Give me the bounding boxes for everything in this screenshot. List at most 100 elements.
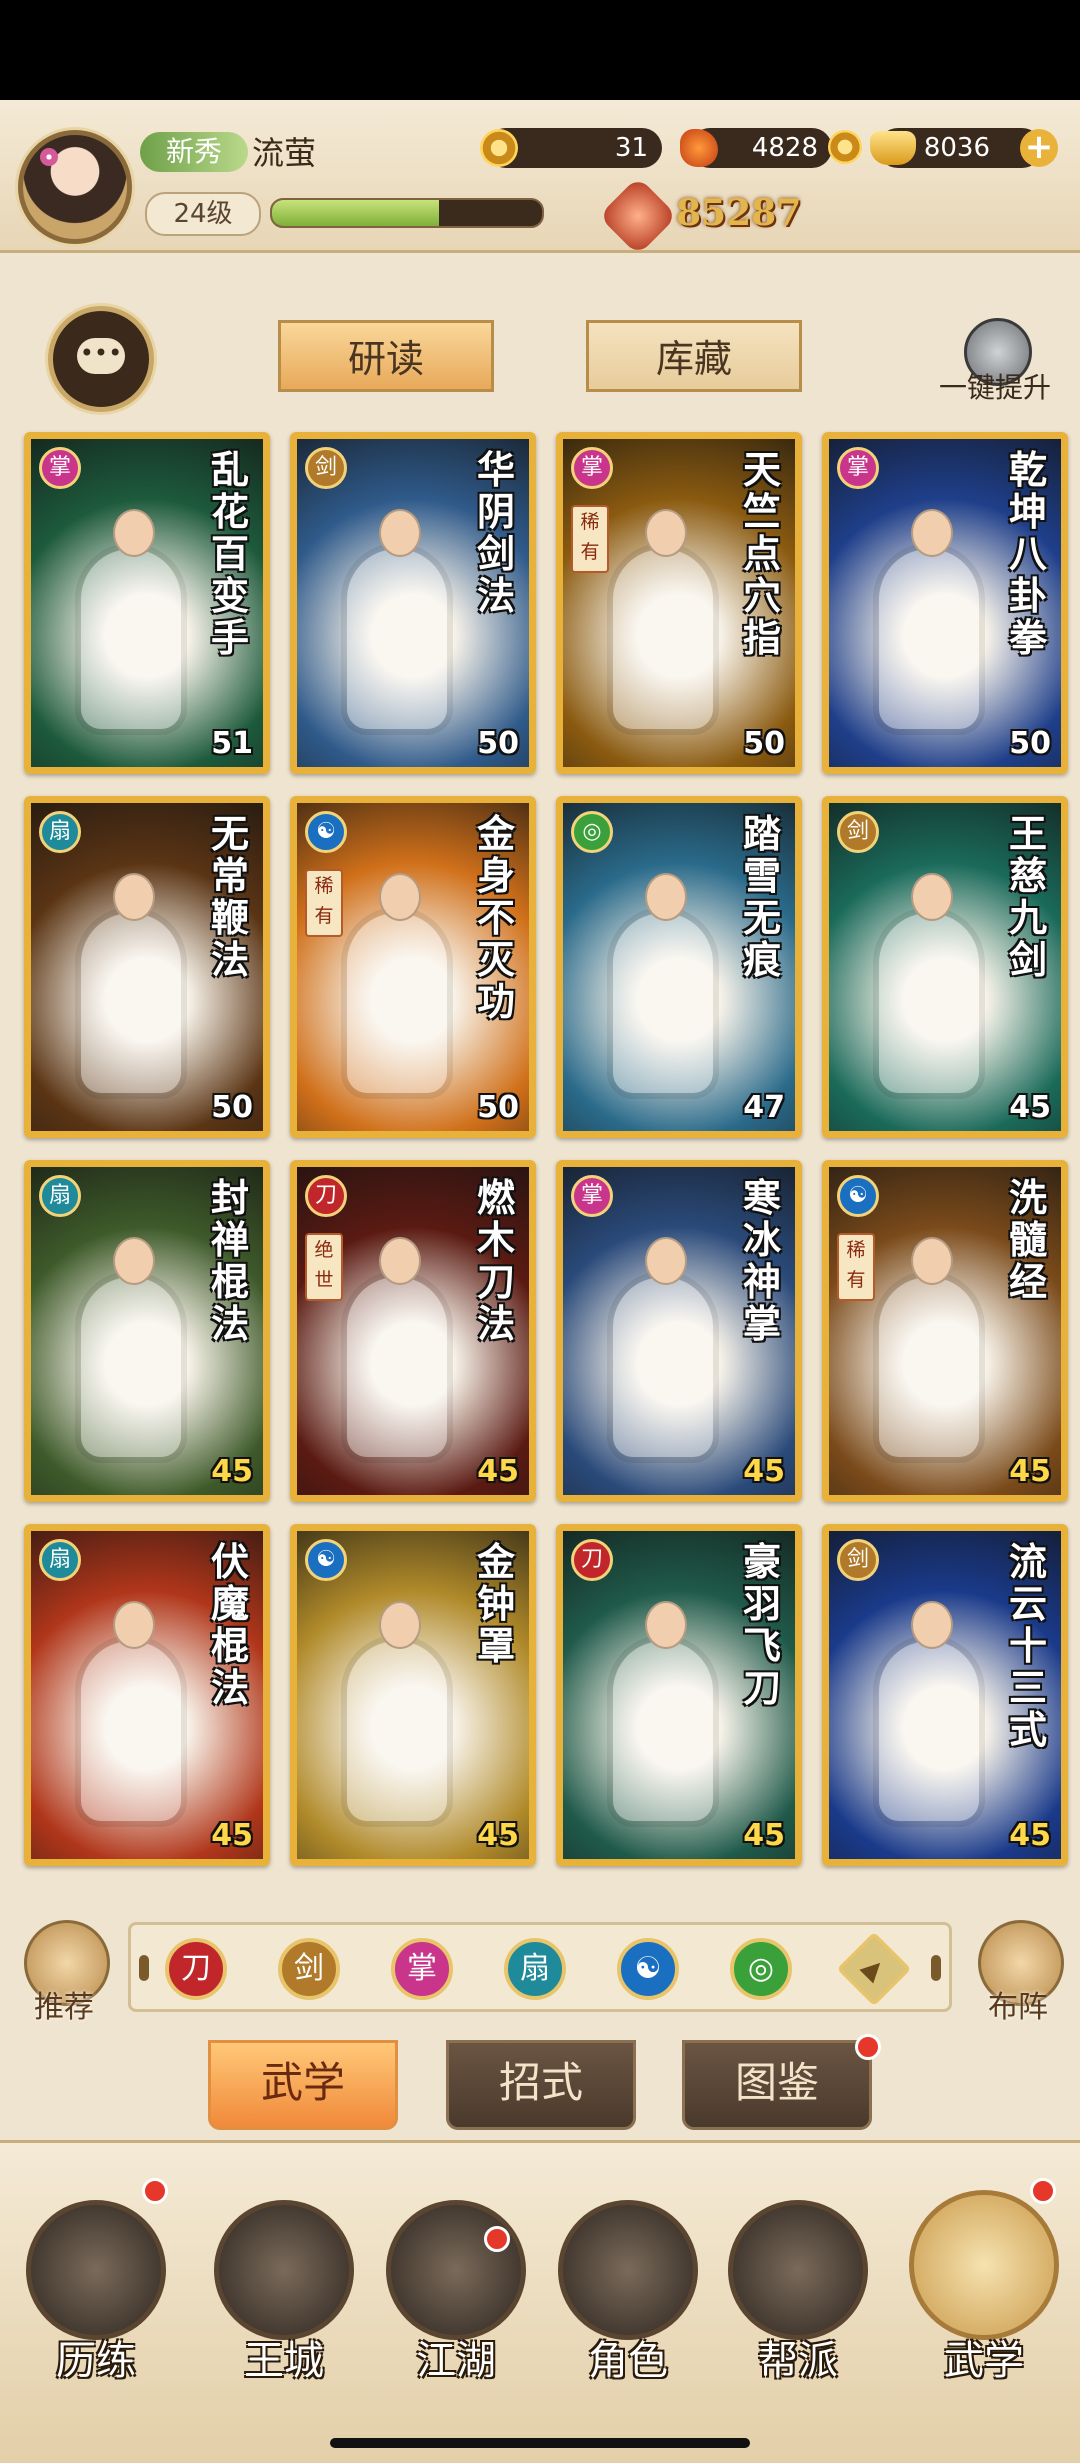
swirl-filter-icon[interactable]: ◎ [730, 1938, 792, 2000]
subtab-atlas[interactable]: 图鉴 [682, 2040, 872, 2130]
sword-school-icon: 剑 [837, 1539, 879, 1581]
character-figure [347, 1277, 447, 1457]
fan-school-icon: 扇 [39, 1539, 81, 1581]
filter-bar-cap-right [931, 1955, 941, 1981]
character-head [911, 1601, 953, 1649]
card-level: 47 [743, 1090, 785, 1125]
swirl-school-icon: ◎ [571, 811, 613, 853]
character-figure [81, 1277, 181, 1457]
tab-store[interactable]: 库藏 [586, 320, 802, 392]
martial-card[interactable]: 扇 伏魔棍法 45 [24, 1524, 270, 1866]
blade-filter-icon[interactable]: 刀 [165, 1938, 227, 2000]
fan-school-icon: 扇 [39, 811, 81, 853]
card-title: 伏魔棍法 [210, 1539, 249, 1710]
nav-guild[interactable]: 帮派 [718, 2180, 878, 2384]
martial-card[interactable]: ☯ 金钟罩 45 [290, 1524, 536, 1866]
add-gold-icon[interactable]: + [1020, 129, 1058, 167]
card-title: 豪羽飞刀 [742, 1539, 781, 1710]
card-title: 金身不灭功 [476, 811, 515, 1024]
gold-ingot-icon [870, 131, 916, 165]
martial-card[interactable]: 掌稀有 天竺点穴指 50 [556, 432, 802, 774]
up-filter-icon[interactable]: ▲ [836, 1931, 912, 2007]
martial-card[interactable]: 刀绝世 燃木刀法 45 [290, 1160, 536, 1502]
coin-value: 31 [614, 133, 648, 163]
blade-school-icon: 刀 [305, 1175, 347, 1217]
home-indicator[interactable] [330, 2438, 750, 2448]
martial-card[interactable]: ☯ 稀有 洗髓经 45 [822, 1160, 1068, 1502]
combat-power: 85287 [676, 192, 802, 234]
card-level: 45 [743, 1454, 785, 1489]
card-title: 流云十三式 [1008, 1539, 1047, 1752]
nav-guild-label: 帮派 [758, 2338, 838, 2384]
character-figure [613, 549, 713, 729]
exp-bar-fill [272, 200, 440, 226]
character-figure [81, 913, 181, 1093]
school-filter-bar: 刀剑掌扇 ☯ ◎ ▲ [128, 1922, 952, 2012]
maple-leaf-icon [680, 129, 718, 167]
palm-school-icon: 掌 [571, 1175, 613, 1217]
rank-badge: 新秀 [140, 132, 248, 172]
character-head [645, 1237, 687, 1285]
martial-card[interactable]: 刀 豪羽飞刀 45 [556, 1524, 802, 1866]
card-title: 踏雪无痕 [742, 811, 781, 982]
martial-card[interactable]: ☯ 稀有 金身不灭功 50 [290, 796, 536, 1138]
formation-button[interactable]: 布阵 [968, 1920, 1068, 2040]
martial-card[interactable]: 掌 寒冰神掌 45 [556, 1160, 802, 1502]
martial-card[interactable]: 剑 王慈九剑 45 [822, 796, 1068, 1138]
player-level: 24级 [145, 192, 261, 236]
taiji-filter-icon[interactable]: ☯ [617, 1938, 679, 2000]
chat-button[interactable]: ••• [48, 306, 154, 412]
character-figure [879, 549, 979, 729]
sword-filter-icon[interactable]: 剑 [278, 1938, 340, 2000]
recommend-button[interactable]: 推荐 [14, 1920, 114, 2040]
player-name: 流萤 [252, 134, 317, 172]
character-figure [879, 913, 979, 1093]
nav-martial[interactable]: 武学 [904, 2180, 1064, 2384]
character-head [645, 873, 687, 921]
nav-role[interactable]: 角色 [548, 2180, 708, 2384]
trial-icon [26, 2200, 166, 2340]
character-head [911, 509, 953, 557]
martial-card[interactable]: 扇 无常鞭法 50 [24, 796, 270, 1138]
martial-card[interactable]: 扇 封禅棍法 45 [24, 1160, 270, 1502]
martial-card[interactable]: 剑 华阴剑法 50 [290, 432, 536, 774]
character-head [113, 1601, 155, 1649]
card-title: 华阴剑法 [476, 447, 515, 618]
card-title: 封禅棍法 [210, 1175, 249, 1346]
card-level: 45 [1009, 1454, 1051, 1489]
character-figure [81, 549, 181, 729]
palm-school-icon: 掌 [571, 447, 613, 489]
character-head [379, 1237, 421, 1285]
martial-card[interactable]: 剑 流云十三式 45 [822, 1524, 1068, 1866]
one-key-upgrade-button[interactable]: 一键提升 [930, 318, 1060, 428]
character-head [379, 509, 421, 557]
card-level: 45 [211, 1454, 253, 1489]
character-figure [613, 1641, 713, 1821]
chat-bubble-icon: ••• [77, 338, 125, 374]
nav-jianghu[interactable]: 江湖 [376, 2180, 536, 2384]
subtab-moves[interactable]: 招式 [446, 2040, 636, 2130]
palm-filter-icon[interactable]: 掌 [391, 1938, 453, 2000]
martial-card[interactable]: 掌 乾坤八卦拳 50 [822, 432, 1068, 774]
player-avatar[interactable] [18, 130, 132, 244]
card-level: 45 [1009, 1818, 1051, 1853]
character-figure [613, 913, 713, 1093]
subtab-martial[interactable]: 武学 [208, 2040, 398, 2130]
character-figure [81, 1641, 181, 1821]
card-title: 乱花百变手 [210, 447, 249, 660]
card-level: 50 [743, 726, 785, 761]
martial-card[interactable]: ◎ 踏雪无痕 47 [556, 796, 802, 1138]
nav-city[interactable]: 王城 [204, 2180, 364, 2384]
atlas-notification-dot [855, 2034, 881, 2060]
jianghu-notification-dot [484, 2226, 510, 2252]
exp-bar [270, 198, 544, 228]
martial-card[interactable]: 掌 乱花百变手 51 [24, 432, 270, 774]
fan-filter-icon[interactable]: 扇 [504, 1938, 566, 2000]
rarity-tag: 绝世 [305, 1233, 343, 1301]
jianghu-icon [386, 2200, 526, 2340]
card-level: 50 [1009, 726, 1051, 761]
card-title: 王慈九剑 [1008, 811, 1047, 982]
tab-study[interactable]: 研读 [278, 320, 494, 392]
leaf-value: 4828 [751, 133, 818, 163]
nav-trial[interactable]: 历练 [16, 2180, 176, 2384]
